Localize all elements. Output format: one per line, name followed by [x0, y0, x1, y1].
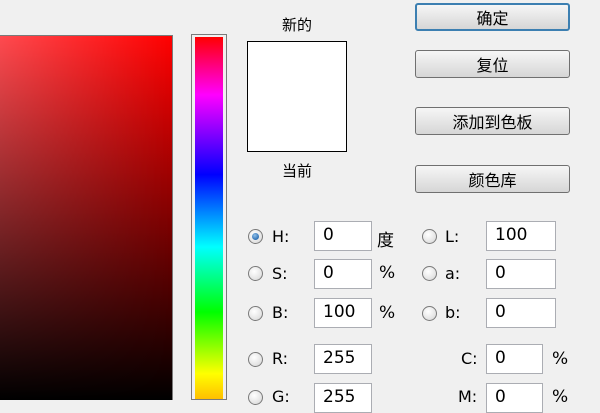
new-color-label: 新的	[281, 16, 312, 34]
b-brightness-input[interactable]: 100	[314, 298, 372, 328]
c-input[interactable]: 0	[486, 344, 543, 374]
m-unit: %	[552, 387, 569, 407]
b-brightness-unit: %	[379, 303, 396, 323]
lab-b-label: b:	[445, 303, 461, 322]
r-label: R:	[272, 349, 289, 368]
s-input[interactable]: 0	[314, 259, 372, 289]
s-unit: %	[379, 263, 396, 283]
s-label: S:	[272, 264, 288, 283]
b-brightness-label: B:	[272, 303, 289, 322]
ok-button[interactable]: 确定	[415, 3, 570, 31]
h-unit: 度	[377, 231, 394, 251]
g-input[interactable]: 255	[314, 383, 372, 413]
a-input[interactable]: 0	[486, 259, 556, 289]
r-input[interactable]: 255	[314, 344, 372, 374]
hue-slider[interactable]	[191, 34, 227, 400]
color-libraries-button[interactable]: 颜色库	[415, 165, 570, 193]
l-radio[interactable]	[422, 229, 437, 244]
h-input[interactable]: 0	[314, 221, 372, 251]
c-label: C:	[461, 349, 478, 368]
current-color-label: 当前	[281, 162, 312, 180]
g-label: G:	[272, 387, 290, 406]
g-radio[interactable]	[248, 390, 263, 405]
l-label: L:	[445, 227, 460, 246]
c-unit: %	[552, 349, 569, 369]
hue-strip[interactable]	[195, 37, 223, 399]
lab-b-input[interactable]: 0	[486, 298, 556, 328]
add-to-swatches-button[interactable]: 添加到色板	[415, 107, 570, 135]
r-radio[interactable]	[248, 352, 263, 367]
s-radio[interactable]	[248, 266, 263, 281]
b-brightness-radio[interactable]	[248, 306, 263, 321]
h-label: H:	[272, 227, 290, 246]
h-radio[interactable]	[248, 229, 263, 244]
color-field[interactable]	[0, 35, 173, 400]
lab-b-radio[interactable]	[422, 306, 437, 321]
reset-button[interactable]: 复位	[415, 50, 570, 78]
a-radio[interactable]	[422, 266, 437, 281]
m-label: M:	[458, 387, 478, 406]
color-preview-swatch	[247, 41, 347, 152]
a-label: a:	[445, 264, 461, 283]
l-input[interactable]: 100	[486, 221, 556, 251]
m-input[interactable]: 0	[486, 383, 543, 413]
